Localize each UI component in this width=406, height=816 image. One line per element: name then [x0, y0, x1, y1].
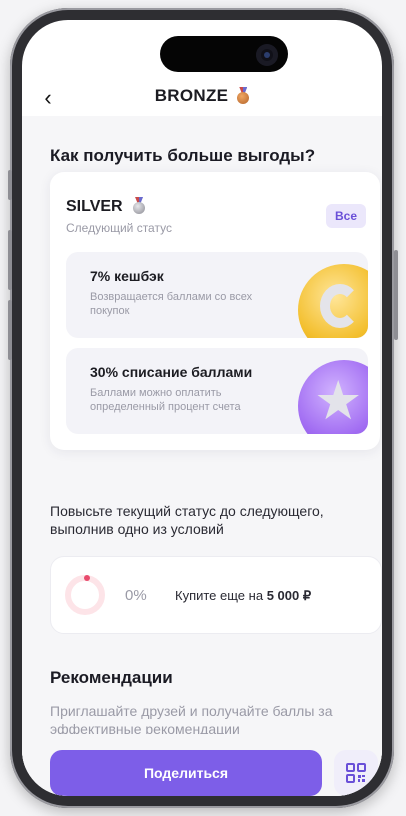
- phone-side-button: [394, 250, 398, 340]
- next-status-card: SILVER Следующий статус Все 7% кешбэк Во…: [50, 172, 380, 450]
- upgrade-instructions: Повысьте текущий статус до следующего, в…: [50, 503, 324, 537]
- qr-code-icon: [346, 763, 366, 783]
- bronze-medal-icon: [237, 87, 250, 104]
- all-statuses-button[interactable]: Все: [325, 204, 366, 228]
- page-title: BRONZE: [22, 86, 382, 106]
- purchase-requirement-amount: 5 000 ₽: [266, 588, 312, 603]
- phone-side-button: [8, 300, 12, 360]
- share-button[interactable]: Поделиться: [50, 750, 322, 796]
- benefit-card-points: 30% списание баллами Баллами можно оплат…: [66, 348, 368, 434]
- progress-indicator: [84, 575, 90, 581]
- qr-code-button[interactable]: [334, 750, 378, 796]
- next-status-name: SILVER: [66, 197, 146, 216]
- camera-icon: [256, 44, 278, 66]
- purchase-requirement: Купите еще на 5 000 ₽: [175, 588, 311, 604]
- next-status-subtitle: Следующий статус: [66, 221, 172, 235]
- phone-side-button: [8, 230, 12, 290]
- benefit-description: Возвращается баллами со всех покупок: [90, 291, 253, 317]
- phone-side-button: [8, 170, 12, 200]
- benefit-title: 7% кешбэк: [90, 268, 164, 284]
- recommendations-text: Приглашайте друзей и получайте баллы за …: [50, 703, 333, 737]
- status-title: BRONZE: [154, 86, 229, 105]
- gold-coin-icon: [298, 264, 368, 338]
- purchase-requirement-prefix: Купите еще на: [175, 588, 264, 603]
- silver-medal-icon: [133, 197, 146, 214]
- bottom-action-bar: Поделиться: [22, 734, 382, 796]
- star-coin-icon: ★: [298, 360, 368, 434]
- recommendations-title: Рекомендации: [50, 668, 173, 687]
- benefit-title: 30% списание баллами: [90, 364, 253, 380]
- next-status-label: SILVER: [66, 198, 123, 215]
- section-title: Как получить больше выгоды?: [50, 146, 316, 165]
- progress-percent: 0%: [125, 587, 147, 604]
- progress-ring: [65, 575, 105, 615]
- progress-card: 0% Купите еще на 5 000 ₽: [50, 556, 382, 634]
- benefit-card-cashback: 7% кешбэк Возвращается баллами со всех п…: [66, 252, 368, 338]
- benefit-description: Баллами можно оплатить определенный проц…: [90, 387, 241, 413]
- phone-screen: ‹ BRONZE Как получить больше выгоды? SIL…: [22, 20, 382, 796]
